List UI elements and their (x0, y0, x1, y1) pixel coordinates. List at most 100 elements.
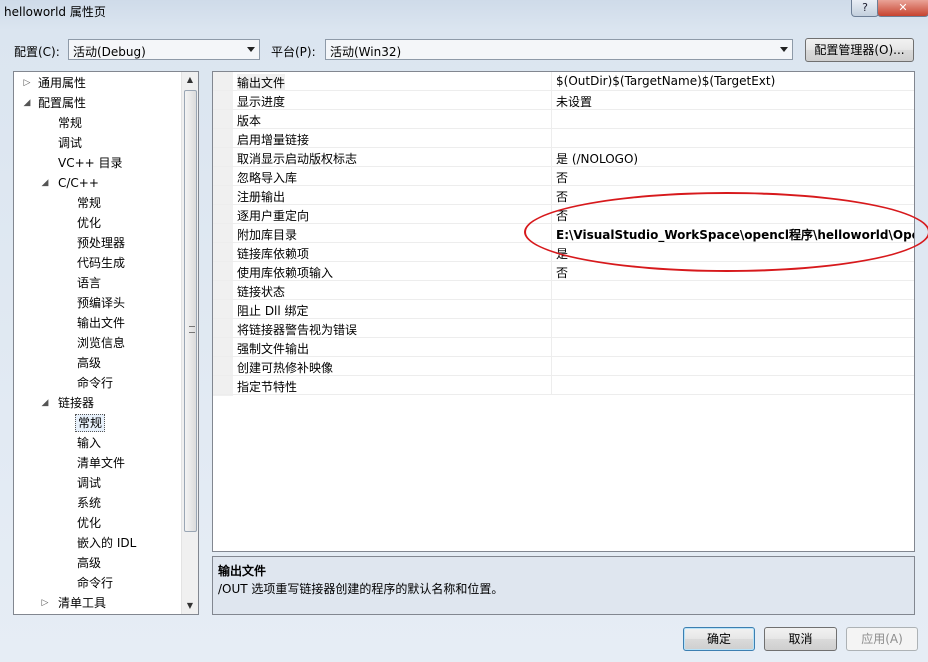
platform-label: 平台(P): (271, 45, 316, 59)
tree-item-label: 调试 (77, 476, 102, 490)
property-value[interactable]: 否 (556, 207, 568, 224)
property-row[interactable]: 取消显示启动版权标志 是 (/NOLOGO) (213, 148, 914, 167)
property-grid[interactable]: 输出文件 $(OutDir)$(TargetName)$(TargetExt) 显示… (212, 71, 915, 552)
property-row[interactable]: 注册输出 否 (213, 186, 914, 205)
tree-item-label: 常规 (77, 196, 102, 210)
tree-item-label: 命令行 (77, 376, 114, 390)
tree-item-label: C/C++ (58, 176, 99, 190)
tree-item[interactable]: 调试 (14, 474, 182, 492)
platform-dropdown[interactable]: 活动(Win32) (325, 39, 793, 60)
property-row[interactable]: 强制文件输出 (213, 338, 914, 357)
property-row[interactable]: 版本 (213, 110, 914, 129)
expand-arrow-icon[interactable]: ▷ (22, 74, 32, 92)
collapse-arrow-icon[interactable]: ◢ (40, 174, 50, 192)
collapse-arrow-icon[interactable]: ◢ (22, 94, 32, 112)
chevron-down-icon (780, 47, 788, 52)
tree-item-label: 优化 (77, 216, 102, 230)
tree-item[interactable]: 预编译头 (14, 294, 182, 312)
property-name: 链接状态 (237, 285, 286, 299)
tree-item[interactable]: 嵌入的 IDL (14, 534, 182, 552)
property-value[interactable]: 否 (556, 188, 568, 205)
property-row[interactable]: 忽略导入库 否 (213, 167, 914, 186)
tree-item[interactable]: 预处理器 (14, 234, 182, 252)
tree-item[interactable]: VC++ 目录 (14, 154, 182, 172)
tree-item-label: 语言 (77, 276, 102, 290)
property-name: 启用增量链接 (237, 133, 310, 147)
property-row[interactable]: 逐用户重定向 否 (213, 205, 914, 224)
property-value[interactable]: 未设置 (556, 93, 592, 110)
tree-item-label: 常规 (75, 414, 106, 432)
tree-item-label: 清单工具 (58, 596, 107, 610)
tree-item[interactable]: 调试 (14, 134, 182, 152)
tree-item[interactable]: 常规 (14, 194, 182, 212)
property-value[interactable]: 否 (556, 264, 568, 281)
property-row[interactable]: 附加库目录 E:\VisualStudio_WorkSpace\opencl程序\… (213, 224, 914, 243)
description-panel: 输出文件 /OUT 选项重写链接器创建的程序的默认名称和位置。 (212, 556, 915, 615)
property-name: 输出文件 (237, 74, 286, 91)
tree-item[interactable]: ◢ C/C++ (14, 174, 182, 192)
property-value[interactable]: $(OutDir)$(TargetName)$(TargetExt) (556, 74, 775, 88)
tree-item[interactable]: 命令行 (14, 574, 182, 592)
ok-button[interactable]: 确定 (683, 627, 755, 651)
collapse-arrow-icon[interactable]: ◢ (40, 394, 50, 412)
property-name: 版本 (237, 114, 262, 128)
scroll-down-icon[interactable]: ▼ (182, 598, 198, 614)
tree-item-label: 优化 (77, 516, 102, 530)
column-divider (551, 205, 552, 224)
tree-item[interactable]: ▷ 清单工具 (14, 594, 182, 612)
tree-item[interactable]: ◢ 配置属性 (14, 94, 182, 112)
tree-item[interactable]: 命令行 (14, 374, 182, 392)
tree-item[interactable]: 输出文件 (14, 314, 182, 332)
property-name: 阻止 Dll 绑定 (237, 304, 309, 318)
property-row[interactable]: 启用增量链接 (213, 129, 914, 148)
column-divider (551, 319, 552, 338)
property-tree[interactable]: ▷ 通用属性 ◢ 配置属性 常规 调试 VC++ 目录 ◢ C/C++ 常规 优化 预处理器 代码生成语… (13, 71, 199, 615)
property-value[interactable]: 是 (/NOLOGO) (556, 150, 638, 167)
scrollbar-thumb[interactable] (184, 90, 197, 532)
column-divider (551, 224, 552, 243)
property-row[interactable]: 显示进度 未设置 (213, 91, 914, 110)
tree-item[interactable]: 常规 (14, 414, 182, 432)
config-dropdown[interactable]: 活动(Debug) (68, 39, 260, 60)
tree-item[interactable]: 系统 (14, 494, 182, 512)
apply-button[interactable]: 应用(A) (846, 627, 918, 651)
scroll-up-icon[interactable]: ▲ (182, 72, 198, 88)
close-button[interactable]: ✕ (877, 0, 928, 17)
tree-item[interactable]: 高级 (14, 354, 182, 372)
column-divider (551, 281, 552, 300)
property-name: 强制文件输出 (237, 342, 310, 356)
property-value[interactable]: 否 (556, 169, 568, 186)
column-divider (551, 243, 552, 262)
property-value[interactable]: 是 (556, 245, 568, 262)
property-row[interactable]: 阻止 Dll 绑定 (213, 300, 914, 319)
tree-item[interactable]: 浏览信息 (14, 334, 182, 352)
tree-item[interactable]: ▷ 通用属性 (14, 74, 182, 92)
property-row[interactable]: 指定节特性 (213, 376, 914, 395)
help-button[interactable]: ? (851, 0, 879, 17)
property-row[interactable]: 链接库依赖项 是 (213, 243, 914, 262)
tree-scrollbar[interactable]: ▲ ▼ (181, 72, 198, 614)
tree-item[interactable]: 语言 (14, 274, 182, 292)
config-manager-button[interactable]: 配置管理器(O)... (805, 38, 914, 62)
tree-item[interactable]: 高级 (14, 554, 182, 572)
expand-arrow-icon[interactable]: ▷ (40, 594, 50, 612)
property-row[interactable]: 输出文件 $(OutDir)$(TargetName)$(TargetExt) (213, 72, 914, 91)
tree-item-label: 调试 (58, 136, 83, 150)
column-divider (551, 300, 552, 319)
property-row[interactable]: 链接状态 (213, 281, 914, 300)
tree-item[interactable]: 常规 (14, 114, 182, 132)
column-divider (551, 357, 552, 376)
tree-item[interactable]: 优化 (14, 214, 182, 232)
property-value[interactable]: E:\VisualStudio_WorkSpace\opencl程序\hello… (556, 226, 914, 243)
tree-item[interactable]: 清单文件 (14, 454, 182, 472)
column-divider (551, 91, 552, 110)
property-row[interactable]: 使用库依赖项输入 否 (213, 262, 914, 281)
column-divider (551, 167, 552, 186)
cancel-button[interactable]: 取消 (764, 627, 837, 651)
tree-item[interactable]: 代码生成 (14, 254, 182, 272)
tree-item[interactable]: ◢ 链接器 (14, 394, 182, 412)
tree-item[interactable]: 优化 (14, 514, 182, 532)
property-row[interactable]: 将链接器警告视为错误 (213, 319, 914, 338)
property-row[interactable]: 创建可热修补映像 (213, 357, 914, 376)
tree-item[interactable]: 输入 (14, 434, 182, 452)
